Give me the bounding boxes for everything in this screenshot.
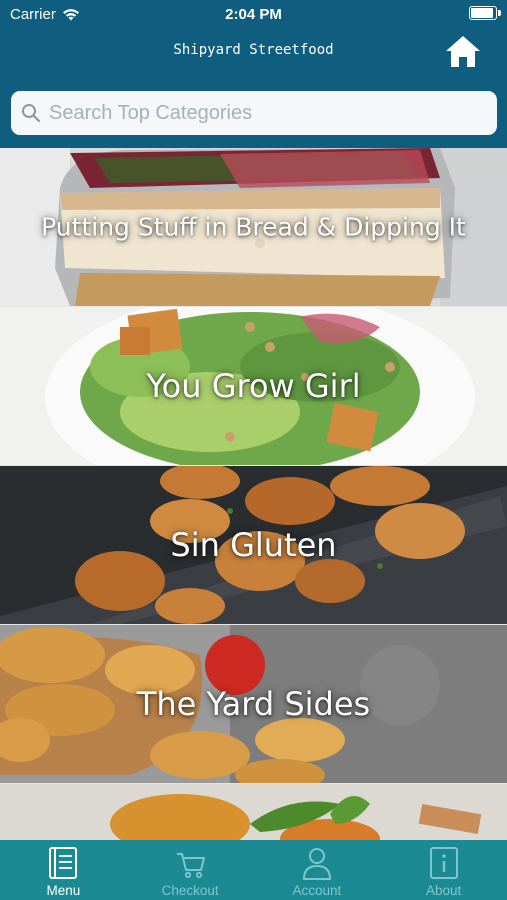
cart-icon (177, 853, 206, 879)
app-header: Shipyard Streetfood (0, 30, 507, 85)
home-icon (446, 36, 480, 67)
battery-icon (469, 6, 501, 20)
home-button[interactable] (444, 34, 482, 70)
info-icon (429, 847, 458, 879)
tab-label: Account (292, 883, 342, 898)
tab-label: About (425, 883, 462, 898)
category-card-salad[interactable]: You Grow Girl (0, 307, 507, 466)
category-card-partial[interactable] (0, 784, 507, 840)
status-time: 2:04 PM (225, 6, 282, 23)
tab-checkout[interactable]: Checkout (127, 840, 254, 900)
category-card-sides[interactable]: The Yard Sides (0, 625, 507, 784)
tab-label: Menu (46, 883, 81, 898)
person-icon (302, 848, 331, 880)
page-title: Shipyard Streetfood (173, 42, 334, 58)
tab-about[interactable]: About (380, 840, 507, 900)
food-image (0, 784, 507, 840)
tab-label: Checkout (161, 883, 219, 898)
tab-bar: Menu Checkout Account About (0, 840, 507, 900)
menu-book-icon (49, 847, 78, 879)
category-label: Putting Stuff in Bread & Dipping It (41, 212, 466, 242)
category-card-bread[interactable]: Putting Stuff in Bread & Dipping It (0, 148, 507, 307)
tab-account[interactable]: Account (254, 840, 381, 900)
category-list[interactable]: Putting Stuff in Bread & Dipping It You … (0, 148, 507, 840)
status-bar: Carrier 2:04 PM (0, 0, 507, 30)
search-bar (11, 91, 497, 135)
category-label: Sin Gluten (170, 526, 337, 564)
category-label: You Grow Girl (146, 367, 361, 405)
search-input[interactable] (11, 91, 497, 135)
category-card-gluten[interactable]: Sin Gluten (0, 466, 507, 625)
category-label: The Yard Sides (136, 685, 371, 723)
tab-menu[interactable]: Menu (0, 840, 127, 900)
